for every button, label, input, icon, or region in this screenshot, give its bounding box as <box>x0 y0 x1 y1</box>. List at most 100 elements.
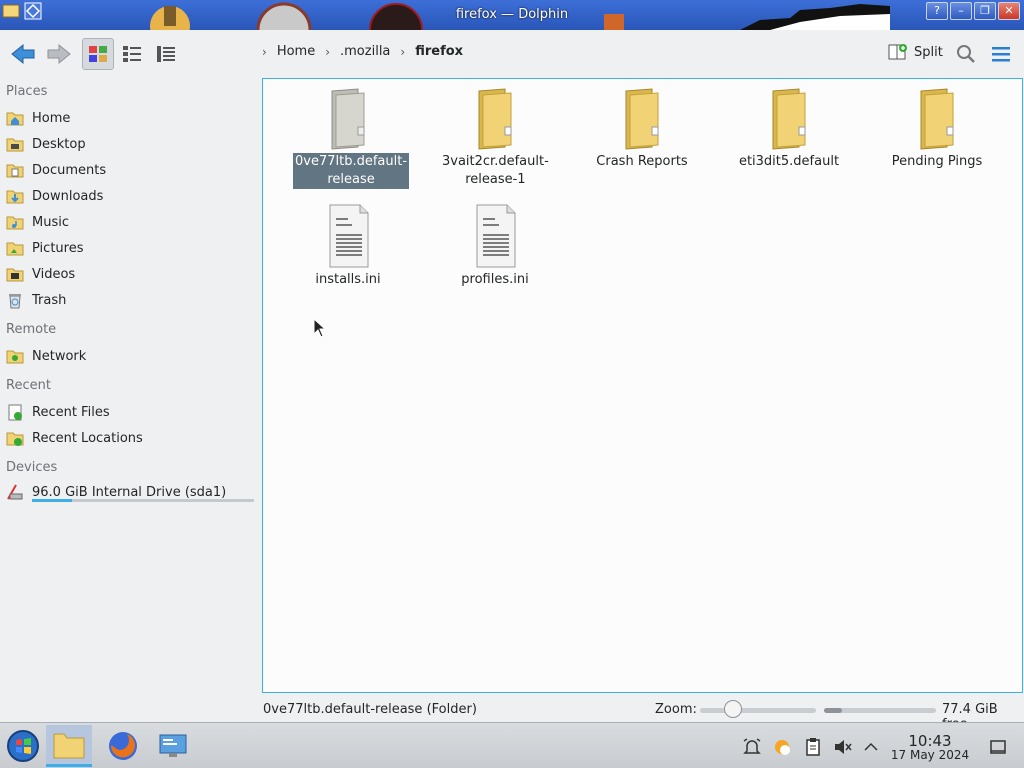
file-name: installs.ini <box>315 272 381 287</box>
zoom-slider[interactable] <box>700 708 816 713</box>
tray-clipboard[interactable] <box>803 737 823 757</box>
sidebar-item-pictures[interactable]: Pictures <box>6 237 83 259</box>
hamburger-menu-icon <box>992 47 1010 62</box>
file-name: Pending Pings <box>891 154 983 169</box>
file-view[interactable]: 0ve77ltb.default-release 3vait2cr.defaul… <box>262 78 1023 693</box>
sidebar-item-label: Home <box>32 110 71 126</box>
sidebar-item-label: Recent Locations <box>32 430 143 446</box>
tray-expand[interactable] <box>861 737 881 757</box>
network-folder-icon <box>6 350 24 364</box>
window-title: firefox — Dolphin <box>455 7 569 22</box>
sidebar-item-trash[interactable]: Trash <box>6 289 66 311</box>
recent-locations-icon <box>6 432 24 446</box>
drive-usage-fill <box>32 499 72 502</box>
icons-view-button[interactable] <box>82 38 114 70</box>
file-item[interactable]: 3vait2cr.default-release-1 <box>440 87 550 189</box>
recent-files-icon <box>8 404 22 421</box>
breadcrumb-home[interactable]: Home <box>277 44 315 59</box>
split-label: Split <box>914 44 943 60</box>
sidebar-item-label: 96.0 GiB Internal Drive (sda1) <box>32 484 227 500</box>
tray-notifications[interactable] <box>742 737 762 757</box>
firefox-icon <box>109 732 137 760</box>
sidebar-item-recent-locations[interactable]: Recent Locations <box>6 427 143 449</box>
chevron-right-icon: › <box>325 44 331 59</box>
file-name: 0ve77ltb.default-release <box>293 153 410 189</box>
help-button[interactable]: ? <box>926 2 948 20</box>
sidebar-item-recent-files[interactable]: Recent Files <box>6 401 110 423</box>
sidebar-item-documents[interactable]: Documents <box>6 159 106 181</box>
free-space-fill <box>824 708 842 713</box>
sidebar-item-downloads[interactable]: Downloads <box>6 185 103 207</box>
file-item[interactable]: profiles.ini <box>440 203 550 289</box>
menu-button[interactable] <box>985 38 1017 70</box>
sidebar-item-desktop[interactable]: Desktop <box>6 133 86 155</box>
tray-volume[interactable] <box>833 737 853 757</box>
show-desktop-button[interactable] <box>988 737 1008 757</box>
chevron-right-icon: › <box>262 44 267 59</box>
task-firefox[interactable] <box>100 725 146 767</box>
chevron-right-icon[interactable]: › <box>400 45 405 59</box>
file-name: 3vait2cr.default-release-1 <box>442 154 549 187</box>
arrow-right-icon <box>47 43 71 65</box>
sidebar-item-music[interactable]: Music <box>6 211 69 233</box>
section-title-places: Places <box>6 84 48 99</box>
application-launcher[interactable] <box>0 725 46 767</box>
folder-icon <box>478 88 512 150</box>
file-name: eti3dit5.default <box>738 154 840 169</box>
chevron-up-icon <box>864 742 878 751</box>
file-item[interactable]: eti3dit5.default <box>734 87 844 171</box>
maximize-button[interactable]: ❐ <box>974 2 996 20</box>
taskbar: 10:43 17 May 2024 <box>0 722 1024 768</box>
minimize-button[interactable]: – <box>950 2 972 20</box>
zoom-slider-handle[interactable] <box>724 700 742 718</box>
search-button[interactable] <box>950 38 982 70</box>
forward-button[interactable] <box>42 38 74 70</box>
sidebar-item-home[interactable]: Home <box>6 107 70 129</box>
details-view-button[interactable] <box>150 38 182 70</box>
close-button[interactable]: ✕ <box>998 2 1020 20</box>
toolbar: › Home › .mozilla › firefox Split <box>0 30 1024 78</box>
show-desktop-icon <box>990 740 1006 754</box>
section-title-recent: Recent <box>6 378 51 393</box>
alarm-bell-icon <box>743 738 761 754</box>
breadcrumb-mozilla[interactable]: .mozilla <box>340 44 390 59</box>
details-view-icon <box>157 46 175 62</box>
folder-icon <box>920 88 954 150</box>
file-item[interactable]: installs.ini <box>293 203 403 289</box>
clock-date[interactable]: 17 May 2024 <box>888 748 972 762</box>
section-title-remote: Remote <box>6 322 57 337</box>
status-bar: 0ve77ltb.default-release (Folder) Zoom: … <box>0 694 1024 732</box>
tray-updates[interactable] <box>772 737 792 757</box>
back-button[interactable] <box>8 38 40 70</box>
mouse-cursor-icon <box>313 318 327 338</box>
free-space-bar <box>824 708 936 713</box>
sidebar-item-label: Videos <box>32 266 76 282</box>
compact-view-button[interactable] <box>116 38 148 70</box>
desktop-folder-icon <box>6 138 24 152</box>
sidebar-item-label: Music <box>32 214 69 230</box>
file-name: Crash Reports <box>596 154 688 169</box>
zoom-label: Zoom: <box>655 702 697 717</box>
file-item[interactable]: Pending Pings <box>882 87 992 171</box>
task-dolphin[interactable] <box>46 725 92 767</box>
clipboard-icon <box>806 738 820 756</box>
sidebar-item-label: Trash <box>32 292 67 308</box>
sidebar-item-videos[interactable]: Videos <box>6 263 75 285</box>
folder-icon <box>625 88 659 150</box>
breadcrumb-firefox[interactable]: firefox <box>415 44 463 59</box>
file-name: profiles.ini <box>461 272 529 287</box>
folder-icon <box>331 88 365 150</box>
file-item[interactable]: Crash Reports <box>587 87 697 171</box>
folder-icon <box>53 733 85 758</box>
task-system-settings[interactable] <box>150 725 196 767</box>
window-titlebar[interactable]: firefox — Dolphin ? – ❐ ✕ <box>0 0 1024 30</box>
search-icon <box>957 45 975 63</box>
sidebar-item-label: Network <box>32 348 87 364</box>
documents-folder-icon <box>6 164 24 178</box>
file-item[interactable]: 0ve77ltb.default-release <box>293 87 410 189</box>
places-panel: Places Home Desktop Documents Downloads … <box>0 78 262 694</box>
drive-usage-bar <box>32 499 254 502</box>
text-file-icon <box>329 204 369 268</box>
split-button[interactable]: Split <box>888 42 943 62</box>
sidebar-item-network[interactable]: Network <box>6 345 86 367</box>
